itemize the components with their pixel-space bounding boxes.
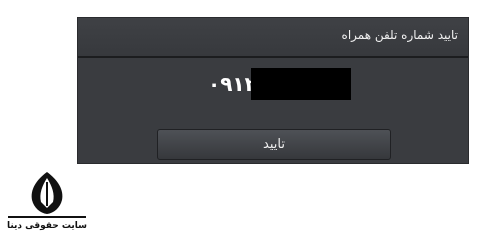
dialog-header: تایید شماره تلفن همراه xyxy=(78,18,468,58)
site-logo: سایت حقوقی دینا xyxy=(4,170,90,240)
logo-site-name: سایت حقوقی دینا xyxy=(6,221,88,231)
phone-confirmation-dialog: تایید شماره تلفن همراه ۰۹۱۲ تایید xyxy=(77,17,469,164)
pen-nib-icon xyxy=(31,172,63,214)
logo-underline xyxy=(8,216,86,218)
phone-number-redaction xyxy=(251,68,351,100)
confirm-button[interactable]: تایید xyxy=(157,129,391,160)
phone-number-prefix: ۰۹۱۲ xyxy=(208,72,257,96)
dialog-title: تایید شماره تلفن همراه xyxy=(341,28,458,42)
phone-number-display: ۰۹۱۲ xyxy=(78,66,468,102)
